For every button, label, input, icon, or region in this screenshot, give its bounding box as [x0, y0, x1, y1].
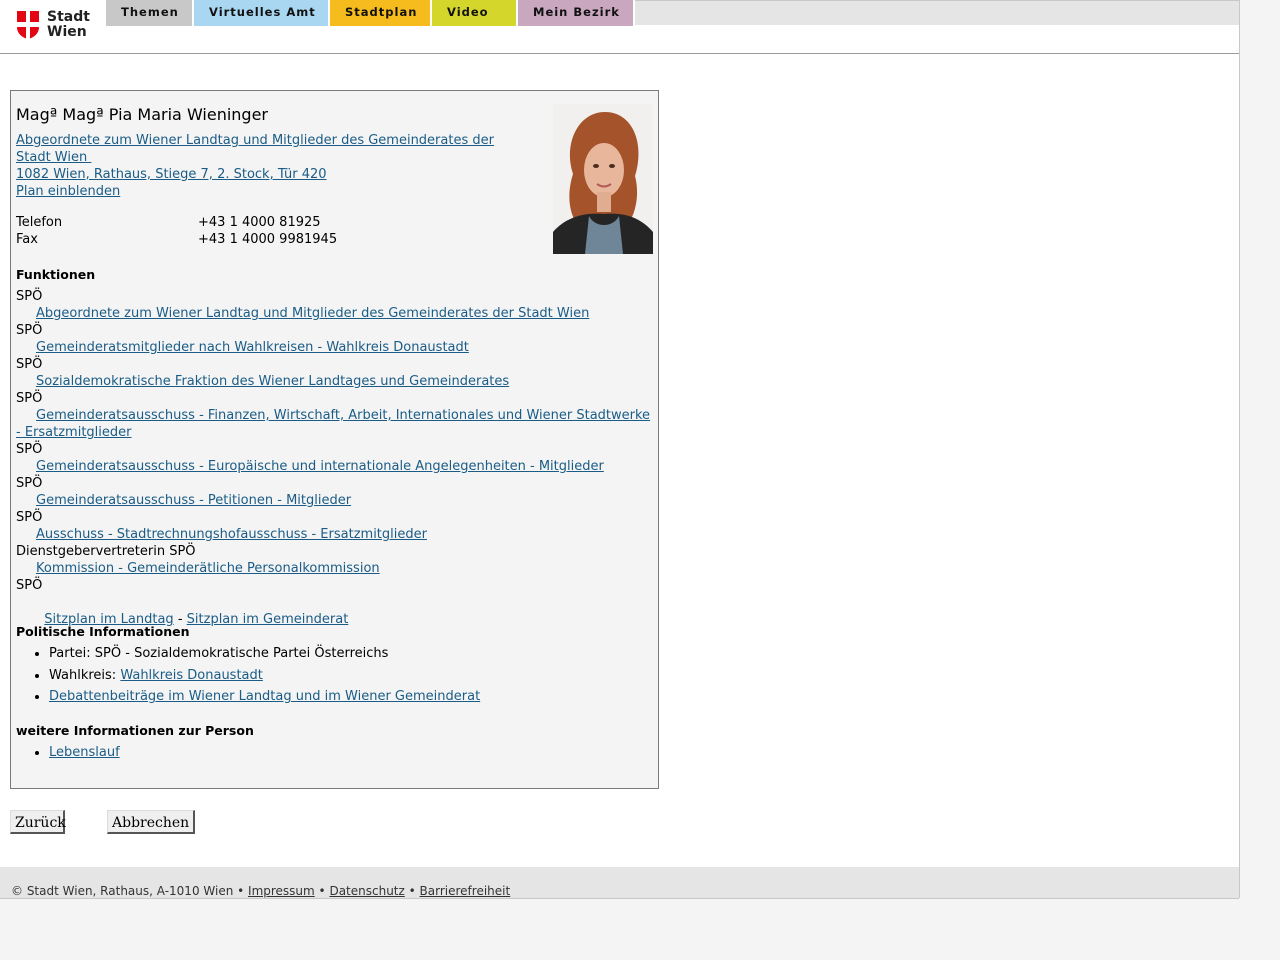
- phone-label: Telefon: [16, 215, 63, 230]
- function-link[interactable]: Sozialdemokratische Fraktion des Wiener …: [36, 374, 509, 389]
- footer-separator: •: [404, 884, 420, 898]
- footer-separator: •: [314, 884, 330, 898]
- district-label: Wahlkreis:: [49, 667, 121, 683]
- district-link[interactable]: Wahlkreis Donaustadt: [120, 668, 263, 683]
- fax-label: Fax: [16, 232, 38, 247]
- address-link[interactable]: 1082 Wien, Rathaus, Stiege 7, 2. Stock, …: [16, 166, 327, 183]
- site-header: Stadt Wien Themen Virtuelles Amt Stadtpl…: [0, 0, 1239, 54]
- impressum-link[interactable]: Impressum: [248, 884, 315, 898]
- function-link-continued[interactable]: - Ersatzmitglieder: [16, 425, 131, 440]
- tab-themen[interactable]: Themen: [106, 0, 194, 26]
- shield-icon: [17, 11, 39, 39]
- site-footer: © Stadt Wien, Rathaus, A-1010 Wien • Imp…: [0, 867, 1239, 899]
- cancel-button[interactable]: Abbrechen: [107, 810, 195, 834]
- political-info-heading: Politische Informationen: [16, 624, 190, 639]
- function-link[interactable]: Kommission - Gemeinderätliche Personalko…: [36, 561, 380, 576]
- function-link[interactable]: Ausschuss - Stadtrechnungshofausschuss -…: [36, 527, 427, 542]
- function-link[interactable]: Gemeinderatsausschuss - Europäische und …: [36, 459, 604, 474]
- tab-stadtplan[interactable]: Stadtplan: [330, 0, 432, 26]
- logo-text: Stadt Wien: [47, 10, 90, 40]
- function-link[interactable]: Gemeinderatsmitglieder nach Wahlkreisen …: [36, 340, 469, 355]
- function-party: SPÖ: [16, 391, 43, 406]
- back-button[interactable]: Zurück: [10, 810, 66, 834]
- function-link[interactable]: Gemeinderatsausschuss - Finanzen, Wirtsc…: [36, 408, 650, 423]
- list-item: Wahlkreis: Wahlkreis Donaustadt: [49, 667, 480, 684]
- functions-heading: Funktionen: [16, 267, 96, 282]
- copyright-text: © Stadt Wien, Rathaus, A-1010 Wien •: [11, 884, 249, 898]
- debates-link[interactable]: Debattenbeiträge im Wiener Landtag und i…: [49, 689, 480, 704]
- footer-text: © Stadt Wien, Rathaus, A-1010 Wien • Imp…: [11, 884, 510, 898]
- list-item: Partei: SPÖ - Sozialdemokratische Partei…: [49, 645, 480, 662]
- function-party: SPÖ: [16, 289, 43, 304]
- tab-video[interactable]: Video: [432, 0, 518, 26]
- function-party: Dienstgebervertreterin SPÖ: [16, 544, 196, 559]
- function-party: SPÖ: [16, 578, 43, 593]
- role-link-line-1[interactable]: Abgeordnete zum Wiener Landtag und Mitgl…: [16, 132, 494, 149]
- fax-value: +43 1 4000 9981945: [198, 232, 338, 247]
- more-info-heading: weitere Informationen zur Person: [16, 723, 254, 738]
- tab-virtuelles-amt[interactable]: Virtuelles Amt: [194, 0, 330, 26]
- tab-mein-bezirk[interactable]: Mein Bezirk: [518, 0, 635, 26]
- stadt-wien-logo[interactable]: Stadt Wien: [17, 10, 97, 42]
- person-name: Magª Magª Pia Maria Wieninger: [16, 105, 268, 124]
- more-info-list: Lebenslauf: [16, 744, 120, 766]
- list-item: Debattenbeiträge im Wiener Landtag und i…: [49, 688, 480, 705]
- function-party: SPÖ: [16, 476, 43, 491]
- function-party: SPÖ: [16, 510, 43, 525]
- person-photo: [553, 104, 653, 254]
- seating-plan-gemeinderat-link[interactable]: Sitzplan im Gemeinderat: [187, 612, 349, 627]
- list-item: Lebenslauf: [49, 744, 120, 761]
- political-info-list: Partei: SPÖ - Sozialdemokratische Partei…: [16, 645, 480, 710]
- function-link[interactable]: Abgeordnete zum Wiener Landtag und Mitgl…: [36, 306, 589, 321]
- function-link[interactable]: Gemeinderatsausschuss - Petitionen - Mit…: [36, 493, 351, 508]
- logo-line-1: Stadt: [47, 9, 90, 25]
- function-party: SPÖ: [16, 357, 43, 372]
- datenschutz-link[interactable]: Datenschutz: [329, 884, 404, 898]
- phone-value: +43 1 4000 81925: [198, 215, 321, 230]
- cv-link[interactable]: Lebenslauf: [49, 745, 120, 760]
- function-party: SPÖ: [16, 442, 43, 457]
- logo-line-2: Wien: [47, 24, 87, 40]
- role-link-line-2[interactable]: Stadt Wien: [16, 149, 91, 166]
- function-party: SPÖ: [16, 323, 43, 338]
- barrierefreiheit-link[interactable]: Barrierefreiheit: [420, 884, 511, 898]
- party-text: Partei: SPÖ - Sozialdemokratische Partei…: [49, 646, 389, 661]
- plan-link[interactable]: Plan einblenden: [16, 183, 120, 200]
